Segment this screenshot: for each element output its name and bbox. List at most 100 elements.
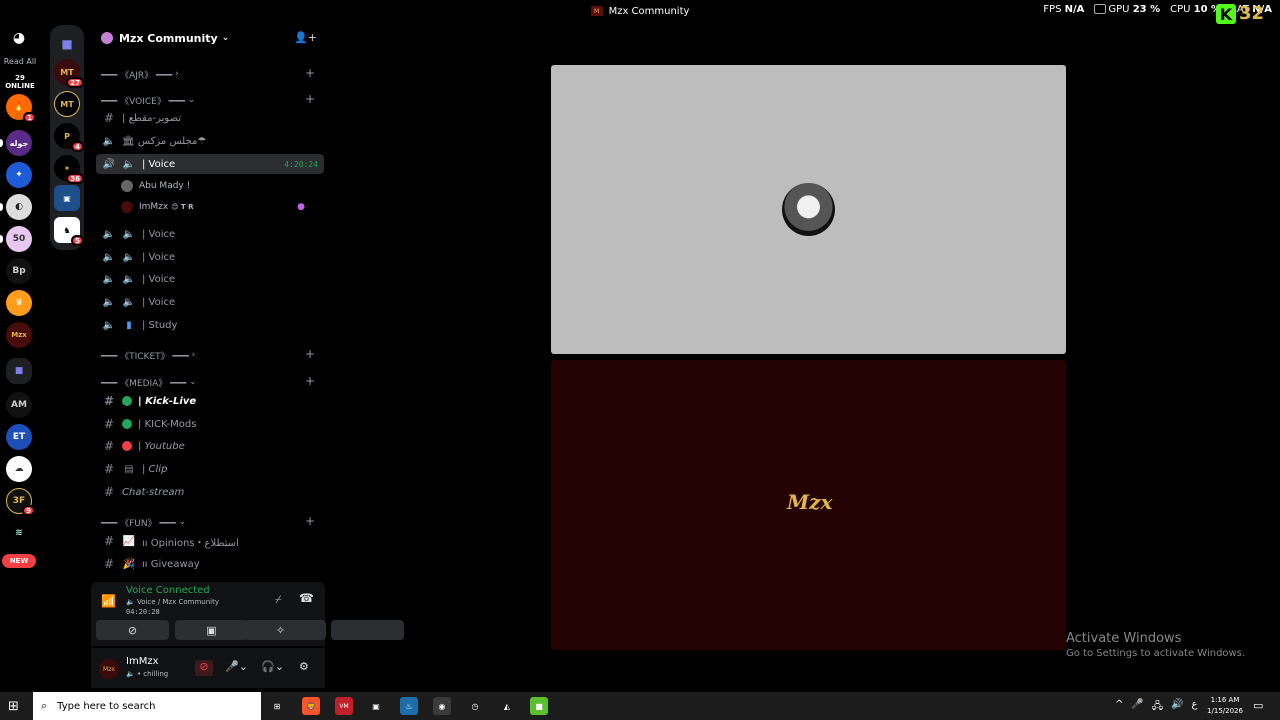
mention-badge: 4 xyxy=(71,141,84,152)
server-icon[interactable]: ET xyxy=(6,424,32,450)
invite-icon[interactable]: 👤+ xyxy=(294,31,317,44)
windows-start-icon[interactable]: ⊞ xyxy=(8,699,19,714)
server-icon[interactable]: AM xyxy=(6,392,32,418)
notification-icon[interactable]: ▭ xyxy=(1253,699,1263,712)
voice-status[interactable]: Voice Connected xyxy=(126,585,210,596)
taskbar-search[interactable]: ⌕ Type here to search xyxy=(33,692,261,720)
server-icon[interactable]: Mzx xyxy=(6,322,32,348)
stream-tile[interactable]: Mzx xyxy=(551,360,1066,650)
taskbar-clock[interactable]: 1:16 AM 1/15/2026 xyxy=(1203,695,1247,717)
server-icon[interactable]: 🔥 1 xyxy=(6,94,36,123)
server-icon[interactable]: MT xyxy=(54,91,80,117)
microphone-icon[interactable]: 🎤 xyxy=(1131,699,1143,716)
channel-voice-active[interactable]: 🔊 🔈 | Voice 4:20:24 xyxy=(96,154,324,174)
add-channel-icon[interactable]: + xyxy=(305,92,315,106)
category-ticket[interactable]: ━━━ 《TICKET》 ━━━ › + xyxy=(101,347,321,363)
online-count: 29 ONLINE xyxy=(5,74,35,90)
channel-voice[interactable]: 🔈 🔈 | Voice xyxy=(96,224,324,244)
screen-share-button[interactable]: ▣ xyxy=(175,620,248,640)
add-channel-icon[interactable]: + xyxy=(305,514,315,528)
participant-tile[interactable] xyxy=(551,65,1066,354)
server-icon[interactable]: ☁ xyxy=(6,456,32,482)
steam-icon[interactable]: ♨ xyxy=(400,697,418,715)
channel-taswir[interactable]: # | تصوير-مقطع xyxy=(96,108,324,128)
channel-majlis[interactable]: 🔈 🏛 مجلس مزكس☂ xyxy=(96,131,324,151)
microphone-icon[interactable]: 🎤⌄ xyxy=(225,660,248,673)
channel-giveaway[interactable]: # 🎉 ıı Giveaway xyxy=(96,554,324,574)
headphones-icon[interactable]: 🎧⌄ xyxy=(261,660,284,673)
channel-clip[interactable]: # ▤ | Clip xyxy=(96,459,324,479)
chevron-up-icon[interactable]: ^ xyxy=(1115,699,1123,716)
task-view-icon[interactable]: ⊞ xyxy=(268,697,286,715)
channel-voice[interactable]: 🔈 🔈 | Voice xyxy=(96,247,324,267)
channel-chat-stream[interactable]: # Chat-stream xyxy=(96,482,324,502)
camera-off-button[interactable]: ⊘ xyxy=(96,620,169,640)
app-icon[interactable]: ▣ xyxy=(367,697,385,715)
disconnect-icon[interactable]: ☎ xyxy=(299,591,314,605)
language-indicator[interactable]: ع xyxy=(1191,699,1197,716)
discord-taskbar-icon[interactable]: ◉ xyxy=(433,697,451,715)
activity-icon: ● xyxy=(297,202,305,212)
speaker-icon: 🔈 xyxy=(122,296,136,308)
obs-icon[interactable]: ◷ xyxy=(466,697,484,715)
voice-user[interactable]: Abu Mady ! xyxy=(121,177,321,195)
server-icon[interactable]: ▣ xyxy=(54,185,80,211)
voice-user[interactable]: ImMzx 😊 T R ● xyxy=(121,198,321,216)
channel-youtube[interactable]: # | Youtube xyxy=(96,436,324,456)
category-media[interactable]: ━━━ 《MEDIA》 ━━━ ⌄ + xyxy=(101,374,321,390)
server-icon[interactable]: MT 27 xyxy=(54,59,84,88)
app-icon[interactable]: ◭ xyxy=(498,697,516,715)
brave-icon[interactable]: 🦁 xyxy=(302,697,320,715)
server-icon[interactable]: 3F 9 xyxy=(6,488,35,516)
server-icon[interactable]: 50 xyxy=(0,226,32,252)
folder-icon[interactable]: ■ xyxy=(6,358,32,384)
voice-elapsed: 04:20:28 xyxy=(126,608,160,616)
speaker-icon: 🔈 xyxy=(102,319,116,331)
hash-icon: # xyxy=(103,394,115,408)
server-icon[interactable]: ◐ xyxy=(0,194,32,220)
add-channel-icon[interactable]: + xyxy=(305,66,315,80)
read-all-button[interactable]: Read All xyxy=(0,57,40,66)
custom-status: 🔈 • chilling xyxy=(126,670,169,678)
network-icon[interactable]: 🖧 xyxy=(1152,699,1163,716)
channel-kick-live[interactable]: # | Kick-Live xyxy=(96,391,324,411)
soundboard-spacer xyxy=(331,620,404,640)
soundboard-button[interactable]: ✧ xyxy=(244,620,317,640)
gear-icon[interactable]: ⚙ xyxy=(299,660,309,673)
server-folder[interactable]: ■ MT 27 MT P4 ✶ 36 ▣ ♞ 5 xyxy=(50,25,84,250)
voicemeeter-icon[interactable]: VM xyxy=(335,697,353,715)
avatar[interactable]: Mzx xyxy=(99,659,119,679)
channel-voice[interactable]: 🔈 🔈 | Voice xyxy=(96,269,324,289)
server-icon[interactable]: ♛ xyxy=(6,290,32,316)
channel-opinions[interactable]: # 📈 ıı Opinions・استطلاع xyxy=(96,531,324,551)
category-voice[interactable]: ━━━ 《VOICE》 ━━━ ⌄ + xyxy=(101,92,321,108)
channel-voice[interactable]: 🔈 🔈 | Voice xyxy=(96,292,324,312)
noise-suppression-icon[interactable]: ⌿ xyxy=(275,593,282,607)
discord-home-icon[interactable]: ◕ xyxy=(8,30,30,46)
username[interactable]: ImMzx xyxy=(126,656,159,667)
add-channel-icon[interactable]: + xyxy=(305,347,315,361)
server-icon[interactable]: جوله xyxy=(0,130,32,156)
category-ajr[interactable]: ━━━ 《AJR》 ━━━ › + xyxy=(101,66,321,82)
server-icon[interactable]: Bp xyxy=(6,258,32,284)
minecraft-icon[interactable]: ■ xyxy=(530,697,548,715)
server-icon[interactable]: P4 xyxy=(54,123,84,152)
add-channel-icon[interactable]: + xyxy=(305,374,315,388)
folder-icon[interactable]: ■ xyxy=(54,31,80,57)
performance-overlay: FPS N/A GPU 23 % CPU 10 % LAT N/A xyxy=(1043,4,1272,15)
server-icon[interactable]: ≋ xyxy=(6,520,32,546)
window-title: Mzx Community xyxy=(608,5,690,17)
film-icon: ▤ xyxy=(124,463,134,475)
channel-study[interactable]: 🔈 ▮ | Study xyxy=(96,315,324,335)
server-icon[interactable]: ♞ 5 xyxy=(54,217,84,246)
search-icon: ⌕ xyxy=(41,699,48,712)
channel-kick-mods[interactable]: # | KICK-Mods xyxy=(96,414,324,434)
voice-channel-link[interactable]: 🔈 Voice / Mzx Community xyxy=(126,598,219,606)
category-fun[interactable]: ━━━ 《FUN》 ━━━ ⌄ + xyxy=(101,514,321,530)
kick-count: 32 xyxy=(1238,3,1264,24)
signal-icon[interactable]: 📶 xyxy=(101,594,116,608)
stream-off-icon[interactable]: ⊘ xyxy=(195,660,213,676)
server-icon[interactable]: ✦ xyxy=(6,162,32,188)
server-icon[interactable]: ✶ 36 xyxy=(54,155,84,184)
volume-icon[interactable]: 🔊 xyxy=(1171,699,1183,716)
